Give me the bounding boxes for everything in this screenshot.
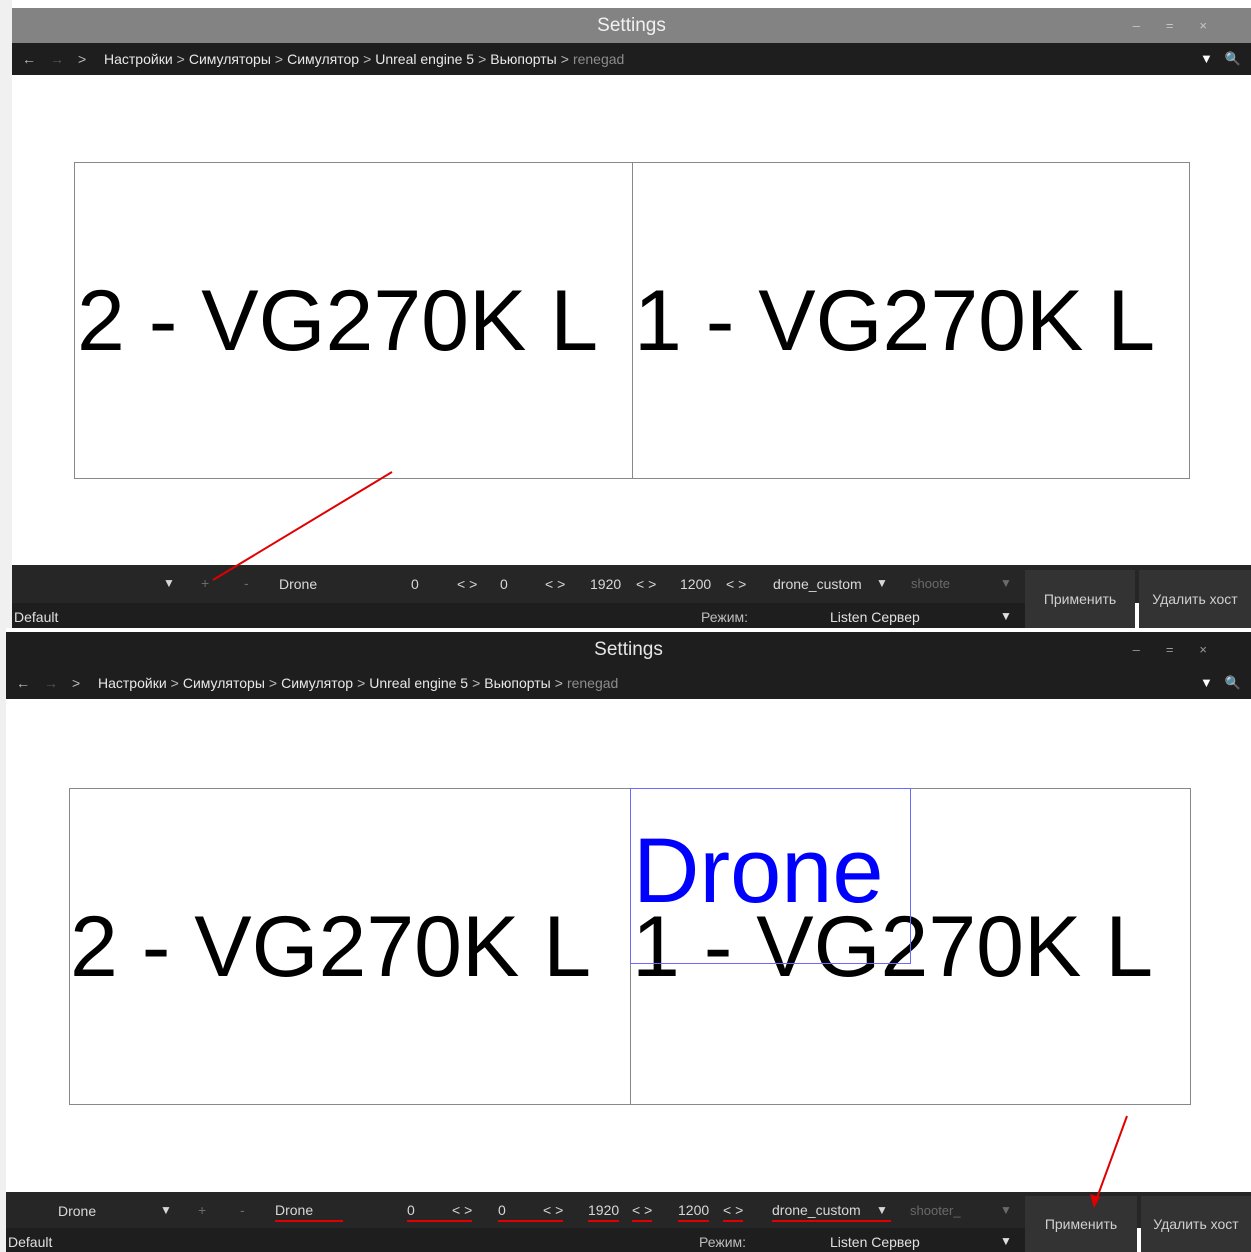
- annotation-arrow: [1090, 1115, 1128, 1208]
- screenshot-top: Settings –=× ← → > Настройки > Симуляторы > Си…: [0, 0, 1251, 628]
- annotation-arrow-line: [212, 471, 393, 581]
- screenshot-bottom: Settings –=× ← → > Настройки > Симуляторы > Си…: [0, 628, 1251, 1252]
- annotation-arrow: [212, 471, 393, 581]
- annotation-arrow-line: [1093, 1115, 1128, 1207]
